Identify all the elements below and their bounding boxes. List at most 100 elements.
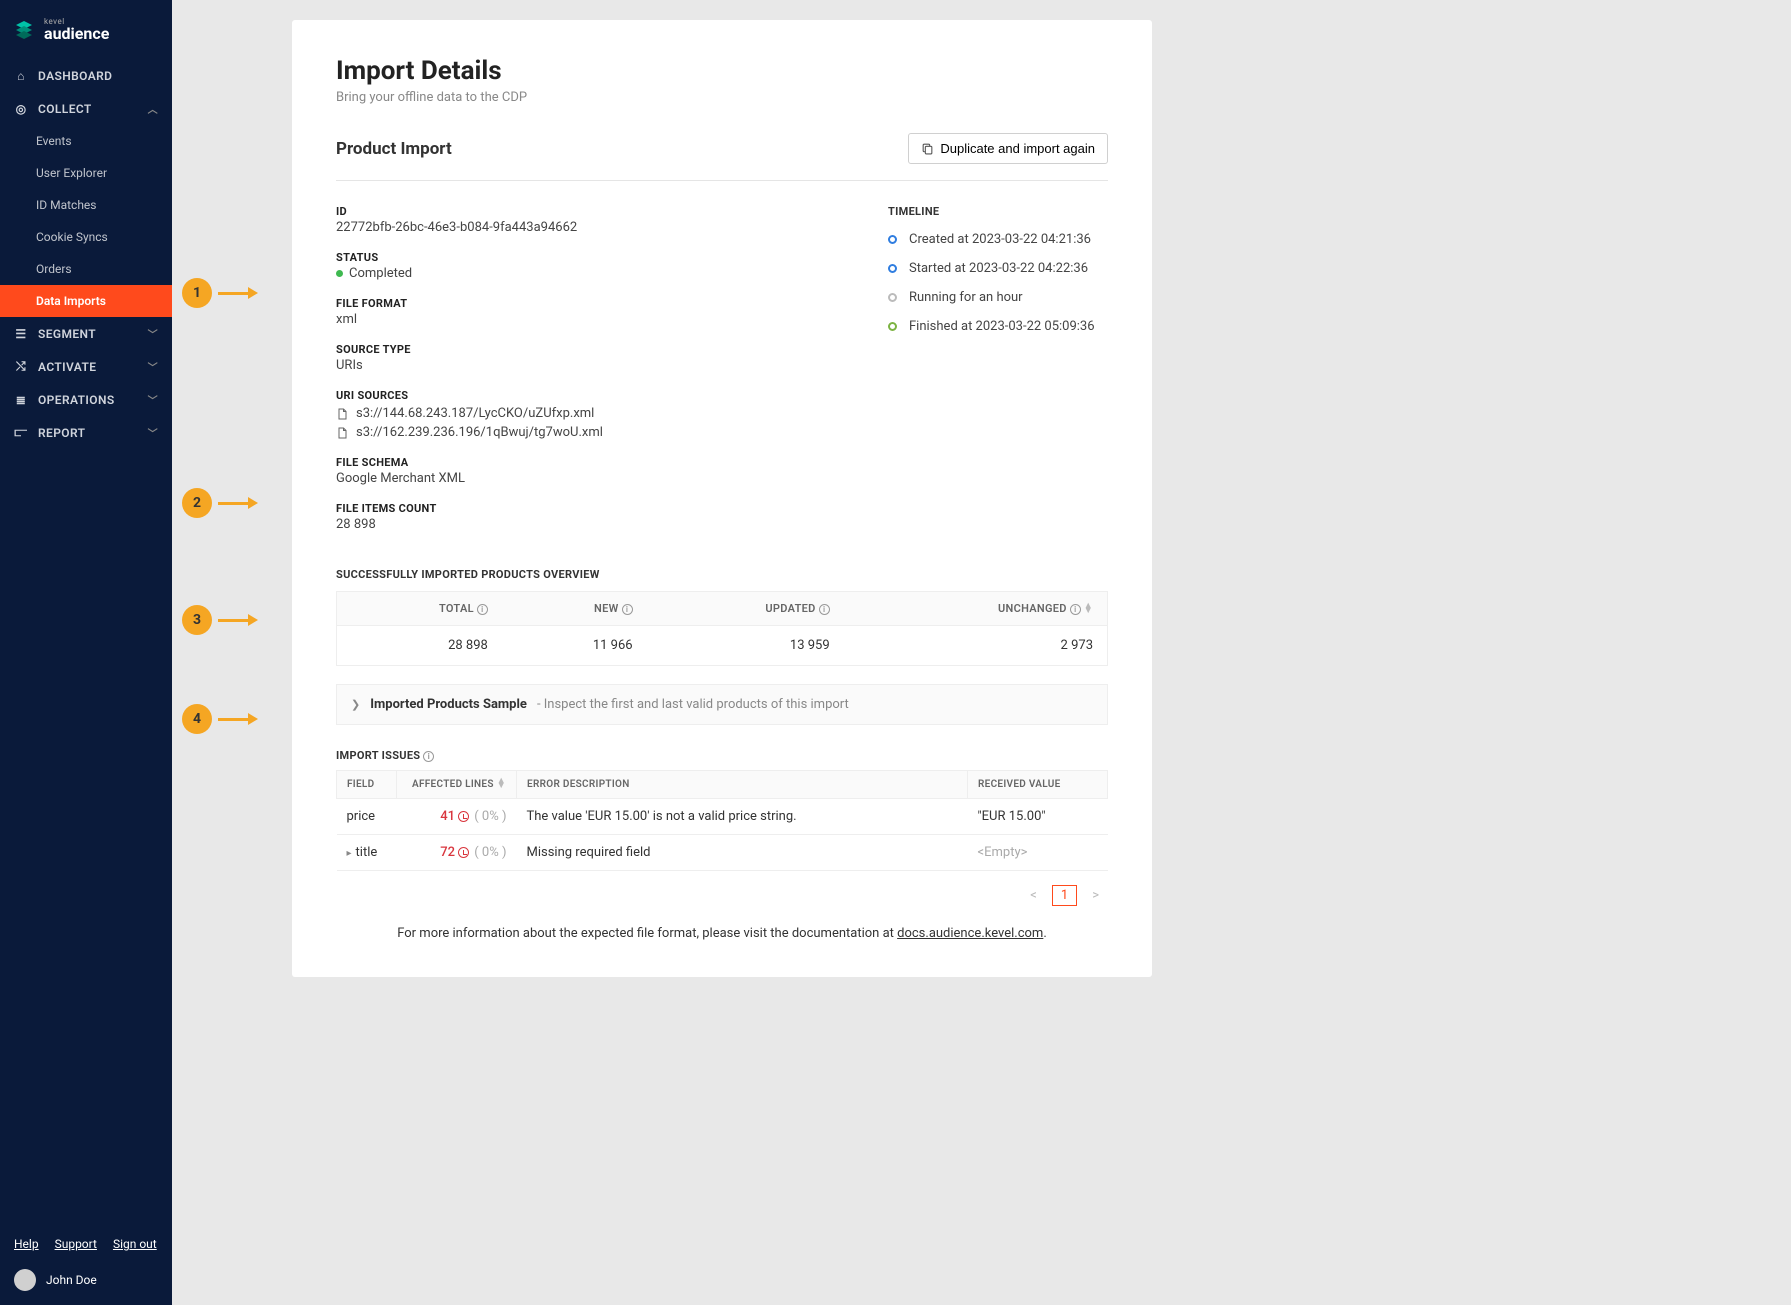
field-label-count: FILE ITEMS COUNT (336, 502, 848, 515)
info-icon: i (622, 604, 633, 615)
timeline-item: Created at 2023-03-22 04:21:36 (888, 232, 1108, 247)
expander-title: Imported Products Sample (370, 697, 527, 712)
col-unchanged[interactable]: UNCHANGEDi▲▼ (844, 592, 1108, 626)
col-received[interactable]: RECEIVED VALUE (968, 771, 1108, 799)
val-updated: 13 959 (647, 626, 844, 666)
nav-collect[interactable]: ◎ COLLECT ︿ (0, 92, 172, 125)
annotation-4: 4 (182, 704, 258, 734)
issue-error: The value 'EUR 15.00' is not a valid pri… (517, 799, 968, 835)
chevron-down-icon: ﹀ (148, 326, 158, 341)
duplicate-label: Duplicate and import again (940, 141, 1095, 156)
timeline-item: Running for an hour (888, 290, 1108, 305)
products-sample-expander[interactable]: ❯ Imported Products Sample - Inspect the… (336, 684, 1108, 725)
nav-activate[interactable]: ⤭ ACTIVATE ﹀ (0, 350, 172, 383)
file-icon (336, 407, 348, 421)
nav-operations[interactable]: ≣ OPERATIONS ﹀ (0, 383, 172, 416)
help-link[interactable]: Help (14, 1237, 39, 1251)
timeline-item: Started at 2023-03-22 04:22:36 (888, 261, 1108, 276)
doc-link[interactable]: docs.audience.kevel.com (897, 926, 1043, 941)
nav-sub-user-explorer[interactable]: User Explorer (0, 157, 172, 189)
support-link[interactable]: Support (55, 1237, 97, 1251)
clock-icon (458, 811, 469, 822)
expander-sub: - Inspect the first and last valid produ… (537, 697, 849, 712)
chevron-up-icon: ︿ (148, 101, 158, 116)
val-total: 28 898 (337, 626, 502, 666)
field-label-status: STATUS (336, 251, 848, 264)
card: Import Details Bring your offline data t… (292, 20, 1152, 977)
issue-error: Missing required field (517, 835, 968, 871)
field-value-schema: Google Merchant XML (336, 471, 848, 486)
pag-prev[interactable]: < (1021, 885, 1046, 906)
file-icon (336, 426, 348, 440)
overview-label: SUCCESSFULLY IMPORTED PRODUCTS OVERVIEW (336, 568, 1108, 581)
col-updated[interactable]: UPDATEDi (647, 592, 844, 626)
timeline-item: Finished at 2023-03-22 05:09:36 (888, 319, 1108, 334)
issue-field: ▸title (337, 835, 397, 871)
nav-sub-cookie-syncs[interactable]: Cookie Syncs (0, 221, 172, 253)
chevron-right-icon: ❯ (351, 698, 360, 711)
arrow-icon (218, 499, 258, 507)
shuffle-icon: ⤭ (14, 359, 28, 374)
info-icon: i (1070, 604, 1081, 615)
issue-affected: 41 ( 0% ) (397, 799, 517, 835)
nav-sub-data-imports[interactable]: Data Imports (0, 285, 172, 317)
val-new: 11 966 (502, 626, 647, 666)
section-title: Product Import (336, 139, 452, 159)
uri-source-row: s3://144.68.243.187/LycCKO/uZUfxp.xml (336, 406, 848, 421)
sidebar: kevel audience ⌂ DASHBOARD ◎ COLLECT ︿ E… (0, 0, 172, 1305)
clock-icon (458, 847, 469, 858)
pagination: < 1 > (336, 885, 1108, 906)
annotation-3: 3 (182, 605, 258, 635)
logo[interactable]: kevel audience (0, 0, 172, 60)
target-icon: ◎ (14, 102, 28, 116)
sidebar-footer: Help Support Sign out John Doe (0, 1223, 172, 1305)
overview-table: TOTALi NEWi UPDATEDi UNCHANGEDi▲▼ 28 898… (336, 591, 1108, 666)
field-value-format: xml (336, 312, 848, 327)
timeline-dot-icon (888, 293, 897, 302)
issues-label: IMPORT ISSUESi (336, 749, 1108, 762)
issue-row[interactable]: ▸title 72 ( 0% ) Missing required field … (337, 835, 1108, 871)
arrow-icon (218, 289, 258, 297)
nav-label: OPERATIONS (38, 393, 115, 407)
issue-received: <Empty> (968, 835, 1108, 871)
duplicate-button[interactable]: Duplicate and import again (908, 133, 1108, 164)
nav-report[interactable]: ⫍ REPORT ﹀ (0, 416, 172, 449)
nav-dashboard[interactable]: ⌂ DASHBOARD (0, 60, 172, 92)
annotation-1: 1 (182, 278, 258, 308)
field-label-uri-sources: URI SOURCES (336, 389, 848, 402)
pag-next[interactable]: > (1083, 885, 1108, 906)
col-new[interactable]: NEWi (502, 592, 647, 626)
status-dot-icon (336, 270, 343, 277)
field-label-id: ID (336, 205, 848, 218)
issue-affected: 72 ( 0% ) (397, 835, 517, 871)
timeline-title: TIMELINE (888, 205, 1108, 218)
nav-segment[interactable]: ☰ SEGMENT ﹀ (0, 317, 172, 350)
info-icon: i (423, 751, 434, 762)
info-icon: i (819, 604, 830, 615)
logo-icon (12, 18, 36, 42)
nav-sub-events[interactable]: Events (0, 125, 172, 157)
nav-sub-id-matches[interactable]: ID Matches (0, 189, 172, 221)
timeline-dot-icon (888, 322, 897, 331)
nav-label: REPORT (38, 426, 85, 440)
signout-link[interactable]: Sign out (113, 1237, 157, 1251)
info-icon: i (477, 604, 488, 615)
stack-icon: ≣ (14, 393, 28, 407)
col-error[interactable]: ERROR DESCRIPTION (517, 771, 968, 799)
pag-page[interactable]: 1 (1052, 885, 1077, 906)
users-icon: ☰ (14, 327, 28, 341)
field-value-count: 28 898 (336, 517, 848, 532)
user-row[interactable]: John Doe (14, 1269, 158, 1291)
copy-icon (921, 142, 934, 155)
sort-icon: ▲▼ (1084, 604, 1093, 615)
col-total[interactable]: TOTALi (337, 592, 502, 626)
field-value-status: Completed (336, 266, 848, 281)
page-title: Import Details (336, 56, 1108, 86)
chevron-right-icon: ▸ (347, 848, 352, 859)
col-affected[interactable]: AFFECTED LINES▲▼ (397, 771, 517, 799)
timeline-dot-icon (888, 264, 897, 273)
home-icon: ⌂ (14, 69, 28, 83)
doc-link-row: For more information about the expected … (336, 926, 1108, 941)
col-field[interactable]: FIELD (337, 771, 397, 799)
nav-sub-orders[interactable]: Orders (0, 253, 172, 285)
